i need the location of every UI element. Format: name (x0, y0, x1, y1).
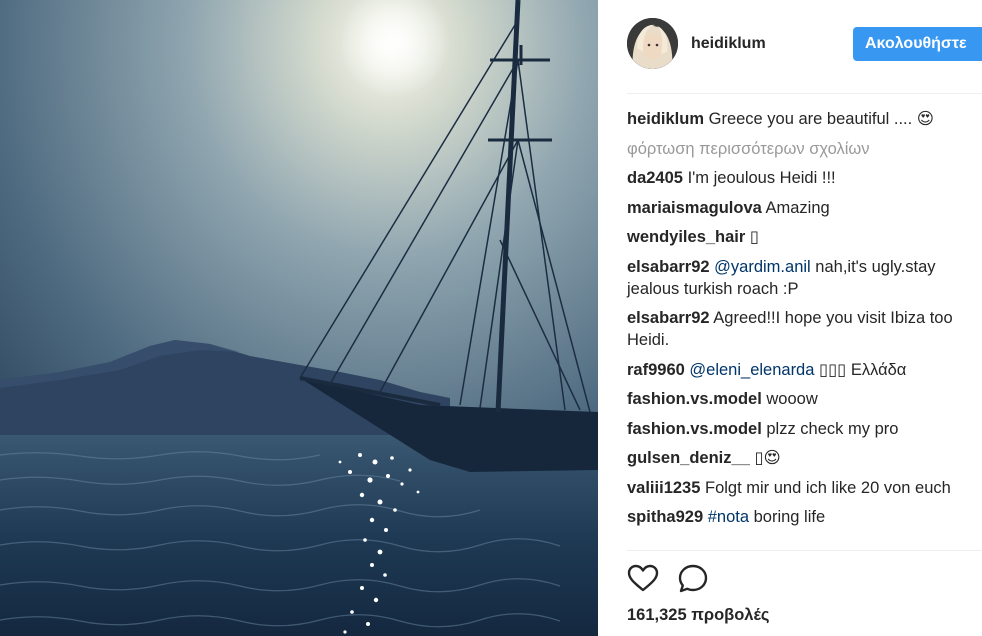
comment-text: boring life (749, 508, 826, 526)
comment-item: valiii1235 Folgt mir und ich like 20 von… (627, 477, 967, 499)
comment-author[interactable]: heidiklum (627, 110, 704, 128)
comment-item: spitha929 #nota boring life (627, 506, 967, 528)
heart-icon[interactable] (627, 563, 659, 595)
follow-button[interactable]: Ακολουθήστε (853, 27, 982, 61)
comment-text: Folgt mir und ich like 20 von euch (705, 478, 951, 497)
comment-item: heidiklum Greece you are beautiful .... … (627, 108, 967, 130)
header-username[interactable]: heidiklum (691, 35, 766, 53)
comment-bubble-icon[interactable] (677, 563, 709, 595)
comments-list: heidiklum Greece you are beautiful .... … (627, 108, 967, 536)
comment-author[interactable]: wendyiles_hair (627, 228, 745, 246)
comment-author[interactable]: mariaismagulova (627, 199, 762, 217)
comment-author[interactable]: fashion.vs.model (627, 390, 762, 408)
post-panel: heidiklum Ακολουθήστε heidiklum Greece y… (598, 0, 982, 636)
comment-item: fashion.vs.model wooow (627, 388, 967, 410)
comment-item: raf9960 @eleni_elenarda ▯▯▯ Ελλάδα (627, 359, 967, 381)
post-photo[interactable] (0, 0, 598, 636)
comment-text: Greece you are beautiful .... 😍 (708, 110, 935, 128)
sailboat-photo (0, 0, 598, 636)
comment-author[interactable]: elsabarr92 (627, 309, 710, 327)
comment-text: ▯▯▯ Ελλάδα (814, 360, 907, 379)
comment-author[interactable]: gulsen_deniz__ (627, 449, 750, 467)
comment-item: gulsen_deniz__ ▯😍 (627, 447, 967, 469)
comment-author[interactable]: da2405 (627, 169, 683, 187)
comment-item: elsabarr92 @yardim.anil nah,it's ugly.st… (627, 256, 967, 300)
comment-mention-link[interactable]: @eleni_elenarda (689, 361, 814, 379)
comment-item: elsabarr92 Agreed!!I hope you visit Ibiz… (627, 307, 967, 351)
comment-author[interactable]: raf9960 (627, 361, 685, 379)
comment-text: ▯😍 (754, 449, 781, 467)
divider (627, 550, 982, 551)
divider (627, 93, 982, 94)
comment-author[interactable]: spitha929 (627, 508, 703, 526)
comment-text: plzz check my pro (766, 419, 899, 438)
avatar-image (627, 18, 678, 69)
comment-item: wendyiles_hair ▯ (627, 226, 967, 248)
comment-item: fashion.vs.model plzz check my pro (627, 418, 967, 440)
comment-text: ▯ (749, 228, 759, 246)
comment-mention-link[interactable]: #nota (708, 508, 749, 526)
comment-author[interactable]: valiii1235 (627, 479, 700, 497)
post-header: heidiklum Ακολουθήστε (598, 0, 982, 94)
view-count: 161,325 προβολές (627, 606, 770, 624)
comment-author[interactable]: fashion.vs.model (627, 420, 762, 438)
comment-text: wooow (766, 390, 818, 408)
avatar[interactable] (627, 18, 678, 69)
comment-mention-link[interactable]: @yardim.anil (714, 258, 811, 276)
comment-text: I'm jeoulous Heidi !!! (687, 169, 836, 187)
comment-item: da2405 I'm jeoulous Heidi !!! (627, 167, 967, 189)
comment-author[interactable]: elsabarr92 (627, 258, 710, 276)
comment-item: mariaismagulova Amazing (627, 197, 967, 219)
comment-text: Amazing (765, 198, 830, 217)
load-more-comments-link[interactable]: φόρτωση περισσότερων σχολίων (627, 138, 967, 160)
